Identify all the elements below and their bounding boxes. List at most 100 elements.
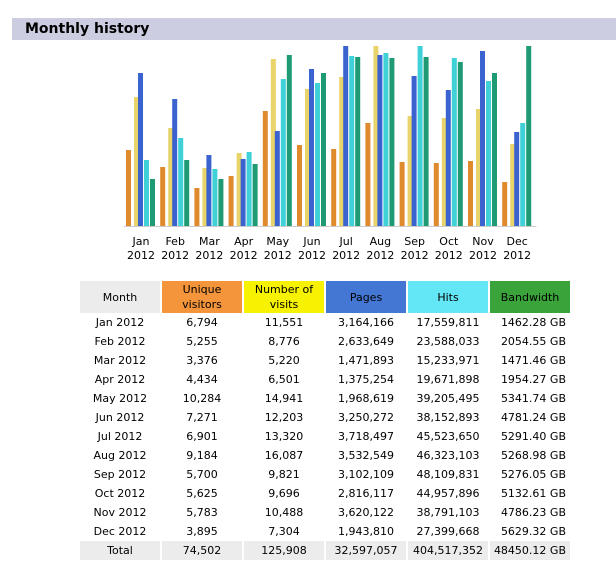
visits-cell: 16,087 bbox=[264, 449, 304, 462]
visits-cell: 10,488 bbox=[264, 506, 304, 519]
hits-cell: 46,323,103 bbox=[416, 449, 480, 462]
header-month: Month bbox=[80, 281, 160, 313]
table-row: May 2012 10,284 14,941 1,968,619 39,205,495 5… bbox=[80, 389, 570, 408]
bandwidth-cell: 2054.55 GB bbox=[500, 335, 566, 348]
monthly-history-chart: Jan2012Feb2012Mar2012Apr2012May2012Jun20… bbox=[124, 46, 537, 262]
bar-unique-visitors-jun bbox=[297, 145, 302, 226]
bar-unique-visitors-apr bbox=[228, 176, 234, 226]
month-cell: Total bbox=[80, 541, 160, 560]
bar-pages-apr bbox=[240, 159, 246, 226]
bar-hits-sep bbox=[417, 46, 423, 226]
month-cell: Nov 2012 bbox=[93, 506, 147, 519]
month-cell: Jan 2012 bbox=[95, 316, 145, 329]
table-row: Oct 2012 5,625 9,696 2,816,117 44,957,896 513… bbox=[80, 484, 570, 503]
month-cell: Aug 2012 bbox=[93, 449, 147, 462]
bar-bandwidth-sep bbox=[423, 57, 429, 226]
x-tick-month: Mar bbox=[199, 235, 220, 248]
visits-cell: 9,821 bbox=[268, 468, 300, 481]
bar-unique-visitors-aug bbox=[365, 123, 371, 226]
bar-pages-oct bbox=[445, 90, 451, 226]
unique-visitors-cell: 6,794 bbox=[186, 316, 218, 329]
bar-hits-feb bbox=[178, 138, 184, 226]
pages-cell: 1,375,254 bbox=[338, 373, 394, 386]
hits-cell: 38,152,893 bbox=[416, 411, 480, 424]
bandwidth-cell: 5341.74 GB bbox=[500, 392, 566, 405]
pages-cell: 3,250,272 bbox=[338, 411, 394, 424]
bar-bandwidth-aug bbox=[389, 58, 395, 226]
visits-cell: 5,220 bbox=[268, 354, 300, 367]
pages-cell: 1,943,810 bbox=[338, 525, 394, 538]
month-cell: Mar 2012 bbox=[93, 354, 147, 367]
bandwidth-cell: 4786.23 GB bbox=[500, 506, 566, 519]
table-row: Feb 2012 5,255 8,776 2,633,649 23,588,033 205… bbox=[80, 332, 570, 351]
bar-hits-dec bbox=[520, 123, 526, 226]
bar-unique-visitors-feb bbox=[160, 167, 166, 226]
table-row: Dec 2012 3,895 7,304 1,943,810 27,399,668 562… bbox=[80, 522, 570, 541]
x-tick-month: Nov bbox=[472, 235, 494, 248]
pages-cell: 3,620,122 bbox=[338, 506, 394, 519]
bar-bandwidth-mar bbox=[218, 179, 224, 226]
bandwidth-cell: 5276.05 GB bbox=[500, 468, 566, 481]
unique-visitors-cell: 7,271 bbox=[186, 411, 218, 424]
bar-bandwidth-oct bbox=[457, 62, 463, 226]
x-tick-year: 2012 bbox=[469, 249, 497, 262]
x-tick-year: 2012 bbox=[161, 249, 189, 262]
x-tick-month: Jul bbox=[339, 235, 353, 248]
month-cell: Sep 2012 bbox=[93, 468, 147, 481]
x-tick-month: Sep bbox=[404, 235, 425, 248]
bar-bandwidth-nov bbox=[492, 73, 497, 226]
x-tick-year: 2012 bbox=[401, 249, 429, 262]
table-row: Jul 2012 6,901 13,320 3,718,497 45,523,650 52… bbox=[80, 427, 570, 446]
unique-visitors-cell: 5,625 bbox=[186, 487, 218, 500]
visits-cell: 11,551 bbox=[264, 316, 304, 329]
pages-cell: 2,633,649 bbox=[338, 335, 394, 348]
section-title: Monthly history bbox=[25, 21, 150, 37]
x-tick-year: 2012 bbox=[503, 249, 531, 262]
visits-cell: 8,776 bbox=[268, 335, 300, 348]
table-row: Aug 2012 9,184 16,087 3,532,549 46,323,103 52… bbox=[80, 446, 570, 465]
month-cell: Apr 2012 bbox=[94, 373, 146, 386]
table-total-row: Total 74,502 125,908 32,597,057 404,517,352 4… bbox=[80, 541, 570, 560]
unique-visitors-cell: 4,434 bbox=[186, 373, 218, 386]
x-tick-year: 2012 bbox=[366, 249, 394, 262]
hits-cell: 17,559,811 bbox=[416, 316, 480, 329]
bar-unique-visitors-mar bbox=[194, 188, 200, 226]
x-tick-year: 2012 bbox=[127, 249, 155, 262]
unique-visitors-cell: 5,700 bbox=[186, 468, 218, 481]
x-tick-month: Feb bbox=[165, 235, 184, 248]
bar-pages-dec bbox=[514, 132, 520, 226]
bar-bandwidth-jul bbox=[355, 57, 361, 226]
pages-cell: 32,597,057 bbox=[326, 541, 406, 560]
month-cell: Dec 2012 bbox=[93, 525, 147, 538]
bar-pages-jan bbox=[138, 73, 143, 226]
monthly-stats-table: Month Unique visitors Number of visits P… bbox=[78, 281, 572, 560]
bar-bandwidth-apr bbox=[252, 164, 258, 226]
x-tick-year: 2012 bbox=[435, 249, 463, 262]
x-tick-year: 2012 bbox=[230, 249, 258, 262]
pages-cell: 1,471,893 bbox=[338, 354, 394, 367]
bar-unique-visitors-oct bbox=[433, 163, 439, 226]
x-tick-month: Jan bbox=[132, 235, 150, 248]
pages-cell: 3,102,109 bbox=[338, 468, 394, 481]
month-cell: Jul 2012 bbox=[97, 430, 143, 443]
bandwidth-cell: 1954.27 GB bbox=[500, 373, 566, 386]
pages-cell: 1,968,619 bbox=[338, 392, 394, 405]
table-header-row: Month Unique visitors Number of visits P… bbox=[80, 281, 570, 313]
table-row: Sep 2012 5,700 9,821 3,102,109 48,109,831 527… bbox=[80, 465, 570, 484]
unique-visitors-cell: 5,255 bbox=[186, 335, 218, 348]
hits-cell: 27,399,668 bbox=[416, 525, 480, 538]
hits-cell: 48,109,831 bbox=[416, 468, 480, 481]
header-number-of-visits: Number of visits bbox=[244, 281, 324, 313]
unique-visitors-cell: 5,783 bbox=[186, 506, 218, 519]
bar-unique-visitors-jul bbox=[331, 149, 337, 226]
section-header: Monthly history bbox=[12, 18, 616, 40]
bar-bandwidth-jun bbox=[321, 73, 326, 226]
bar-pages-feb bbox=[172, 99, 178, 226]
bar-bandwidth-jan bbox=[150, 179, 155, 226]
hits-cell: 404,517,352 bbox=[408, 541, 488, 560]
visits-cell: 7,304 bbox=[268, 525, 300, 538]
hits-cell: 39,205,495 bbox=[416, 392, 480, 405]
unique-visitors-cell: 6,901 bbox=[186, 430, 218, 443]
bar-unique-visitors-sep bbox=[399, 162, 405, 226]
month-cell: May 2012 bbox=[92, 392, 148, 405]
